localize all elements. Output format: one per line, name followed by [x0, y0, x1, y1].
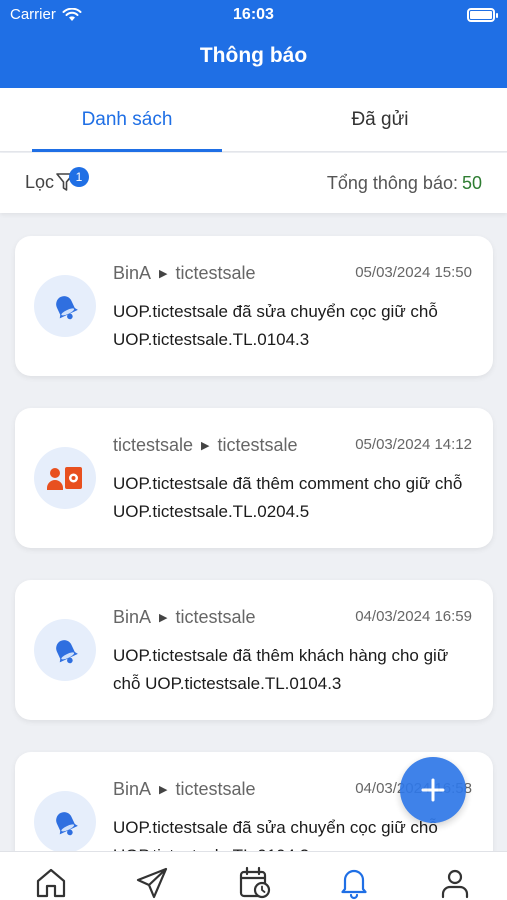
- nav-schedule[interactable]: [238, 866, 272, 900]
- notification-avatar: [34, 791, 96, 853]
- bell-icon: [56, 812, 78, 836]
- home-icon: [36, 868, 66, 898]
- tab-bar: Danh sách Đã gửi: [0, 88, 507, 152]
- route-arrow-icon: ▶: [159, 784, 168, 796]
- recipient-name: tictestsale: [175, 607, 256, 627]
- status-time: 16:03: [233, 6, 274, 23]
- route-arrow-icon: ▶: [201, 440, 210, 452]
- sender-name: BinA: [113, 607, 152, 627]
- nav-send[interactable]: [135, 866, 169, 900]
- tab-list[interactable]: Danh sách: [32, 88, 222, 152]
- notification-time: 04/03/2024 16:59: [355, 608, 472, 625]
- recipient-name: tictestsale: [175, 263, 256, 283]
- sender-name: BinA: [113, 779, 152, 799]
- notification-avatar: [34, 447, 96, 509]
- bottom-nav: [0, 851, 507, 900]
- notification-card[interactable]: tictestsale ▶ tictestsale 05/03/2024 14:…: [15, 408, 493, 548]
- user-icon: [441, 869, 469, 899]
- tab-sent[interactable]: Đã gửi: [285, 88, 475, 152]
- total-count: 50: [461, 173, 482, 193]
- calendar-clock-icon: [239, 866, 271, 899]
- add-notification-button[interactable]: [400, 757, 466, 823]
- contact-card-icon: [47, 467, 82, 490]
- notification-avatar: [34, 619, 96, 681]
- notification-avatar: [34, 275, 96, 337]
- route-arrow-icon: ▶: [159, 612, 168, 624]
- nav-notifications[interactable]: [337, 866, 371, 900]
- notification-route: tictestsale ▶ tictestsale: [113, 435, 298, 456]
- total-label: Tổng thông báo:: [326, 173, 458, 193]
- notification-route: BinA ▶ tictestsale: [113, 607, 256, 628]
- notification-route: BinA ▶ tictestsale: [113, 263, 256, 284]
- plus-icon: [421, 778, 445, 802]
- notification-route: BinA ▶ tictestsale: [113, 779, 256, 800]
- bell-icon: [56, 640, 78, 664]
- notification-message: UOP.tictestsale đã thêm khách hàng cho g…: [113, 646, 449, 693]
- filter-button[interactable]: Lọc 1: [25, 167, 89, 193]
- send-icon: [136, 867, 168, 899]
- nav-home[interactable]: [34, 866, 68, 900]
- notification-card[interactable]: BinA ▶ tictestsale 05/03/2024 15:50 UOP.…: [15, 236, 493, 376]
- tab-sent-label: Đã gửi: [351, 109, 409, 130]
- recipient-name: tictestsale: [217, 435, 298, 455]
- tab-active-indicator: [32, 149, 222, 152]
- app-header: Carrier 16:03 Thông báo: [0, 0, 507, 88]
- bell-icon: [341, 869, 367, 900]
- notification-time: 05/03/2024 15:50: [355, 264, 472, 281]
- sender-name: tictestsale: [113, 435, 194, 455]
- battery-icon: [467, 8, 498, 22]
- route-arrow-icon: ▶: [159, 268, 168, 280]
- tab-list-label: Danh sách: [81, 109, 173, 130]
- notification-card[interactable]: BinA ▶ tictestsale 04/03/2024 16:59 UOP.…: [15, 580, 493, 720]
- filter-count-badge: 1: [69, 167, 89, 187]
- bell-icon: [56, 296, 78, 320]
- sender-name: BinA: [113, 263, 152, 283]
- notification-time: 05/03/2024 14:12: [355, 436, 472, 453]
- status-bar: Carrier 16:03: [0, 0, 507, 30]
- notification-message: UOP.tictestsale đã thêm comment cho giữ …: [113, 474, 463, 521]
- nav-profile[interactable]: [438, 866, 472, 900]
- page-title: Thông báo: [199, 44, 308, 67]
- filter-bar: Lọc 1 Tổng thông báo: 50: [0, 153, 507, 213]
- filter-label: Lọc: [25, 171, 55, 192]
- notification-message: UOP.tictestsale đã sửa chuyển cọc giữ ch…: [113, 302, 438, 349]
- recipient-name: tictestsale: [175, 779, 256, 799]
- total-notifications: Tổng thông báo: 50: [327, 173, 482, 194]
